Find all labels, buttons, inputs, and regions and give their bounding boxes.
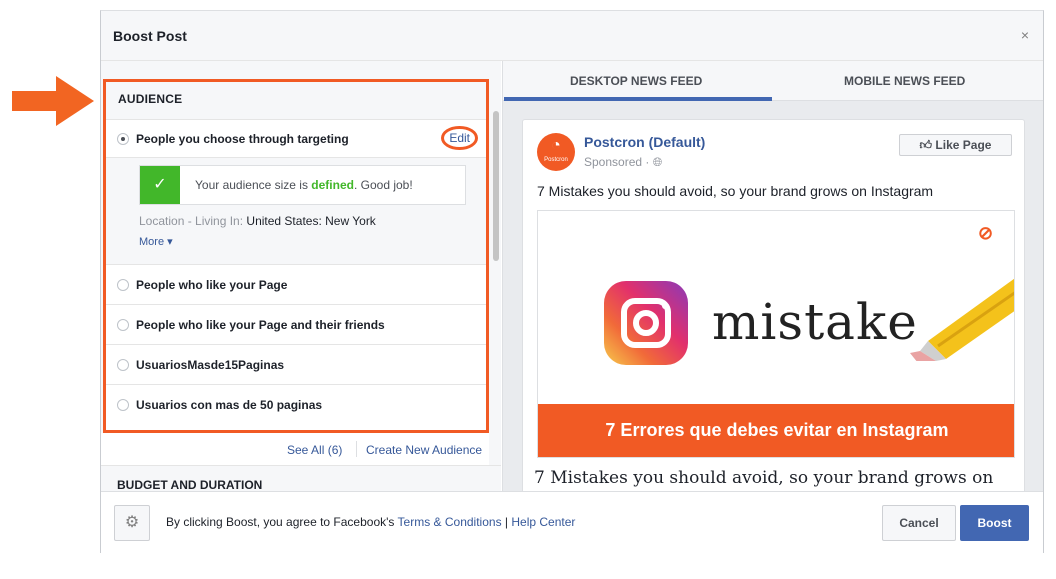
- ad-banner: 7 Errores que debes evitar en Instagram: [538, 404, 1014, 457]
- radio-button[interactable]: [117, 399, 129, 411]
- like-page-button[interactable]: 👍︎ Like Page: [899, 134, 1012, 156]
- instagram-logo-icon: [604, 281, 688, 365]
- banner-text: 7 Errores que debes evitar en Instagram: [605, 420, 949, 440]
- active-tab-indicator: [504, 97, 772, 101]
- preview-tabs: DESKTOP NEWS FEED MOBILE NEWS FEED: [503, 61, 1043, 101]
- thumbs-up-icon: 👍︎: [919, 138, 933, 152]
- edit-audience-link[interactable]: Edit: [441, 126, 478, 150]
- audience-option-saved-2[interactable]: Usuarios con mas de 50 paginas: [106, 385, 486, 429]
- budget-section: BUDGET AND DURATION: [101, 465, 501, 491]
- sponsored-label: Sponsored · 🌐︎: [584, 155, 663, 169]
- audience-size-text: Your audience size is defined. Good job!: [195, 178, 413, 192]
- terms-link[interactable]: Terms & Conditions: [398, 515, 502, 529]
- radio-button[interactable]: [117, 359, 129, 371]
- audience-links: See All (6) Create New Audience: [101, 433, 489, 465]
- boost-button[interactable]: Boost: [960, 505, 1029, 541]
- postcron-logo-icon: ⊘: [978, 223, 994, 243]
- post-text: 7 Mistakes you should avoid, so your bra…: [537, 183, 934, 199]
- modal-title: Boost Post: [113, 28, 187, 44]
- location-summary: Location - Living In: United States: New…: [139, 214, 376, 228]
- modal-header: Boost Post ×: [101, 11, 1043, 61]
- audience-option-label: People who like your Page and their frie…: [136, 318, 385, 332]
- see-all-link[interactable]: See All (6): [287, 443, 342, 457]
- close-icon[interactable]: ×: [1021, 27, 1029, 43]
- radio-button[interactable]: [117, 279, 129, 291]
- avatar[interactable]: ◔ Postcron: [537, 133, 575, 171]
- audience-option-page-likes[interactable]: People who like your Page: [106, 265, 486, 305]
- audience-option-label: UsuariosMasde15Paginas: [136, 358, 285, 372]
- boost-post-modal: Boost Post × AUDIENCE People you choose …: [100, 10, 1044, 553]
- audience-details: ✓ Your audience size is defined. Good jo…: [106, 158, 486, 265]
- radio-button[interactable]: [117, 319, 129, 331]
- tab-desktop-news-feed[interactable]: DESKTOP NEWS FEED: [570, 74, 702, 88]
- ad-image[interactable]: ⊘ mistake 7 Errores que debes evitar en …: [537, 210, 1015, 458]
- modal-footer: ⚙ By clicking Boost, you agree to Facebo…: [101, 491, 1043, 553]
- arrow-right-icon: [12, 76, 94, 126]
- budget-section-label: BUDGET AND DURATION: [117, 478, 263, 491]
- audience-size-indicator: ✓ Your audience size is defined. Good jo…: [139, 165, 466, 205]
- audience-option-targeting[interactable]: People you choose through targeting Edit: [106, 120, 486, 158]
- pencil-icon: [910, 278, 1014, 361]
- audience-option-page-likes-friends[interactable]: People who like your Page and their frie…: [106, 305, 486, 345]
- post-preview-card: ◔ Postcron Postcron (Default) Sponsored …: [522, 119, 1025, 491]
- scrollbar[interactable]: [493, 111, 499, 261]
- post-headline[interactable]: 7 Mistakes you should avoid, so your bra…: [534, 468, 993, 488]
- audience-option-label: People you choose through targeting: [136, 132, 349, 146]
- audience-header: AUDIENCE: [106, 82, 486, 120]
- tab-mobile-news-feed[interactable]: MOBILE NEWS FEED: [844, 74, 965, 88]
- help-center-link[interactable]: Help Center: [511, 515, 575, 529]
- audience-section: AUDIENCE People you choose through targe…: [103, 79, 489, 433]
- settings-pane: AUDIENCE People you choose through targe…: [101, 61, 501, 491]
- avatar-label: Postcron: [544, 157, 568, 163]
- check-icon: ✓: [140, 166, 180, 204]
- gear-icon[interactable]: ⚙: [114, 505, 150, 541]
- create-new-audience-link[interactable]: Create New Audience: [366, 443, 482, 457]
- audience-section-label: AUDIENCE: [118, 92, 183, 106]
- radio-button-selected[interactable]: [117, 133, 129, 145]
- page-name-link[interactable]: Postcron (Default): [584, 134, 705, 150]
- globe-icon: 🌐︎: [652, 155, 663, 169]
- more-link[interactable]: More ▾: [139, 235, 173, 248]
- terms-text: By clicking Boost, you agree to Facebook…: [166, 515, 576, 529]
- preview-pane: DESKTOP NEWS FEED MOBILE NEWS FEED ◔ Pos…: [502, 61, 1043, 491]
- audience-option-label: Usuarios con mas de 50 paginas: [136, 398, 323, 412]
- divider: [356, 441, 357, 457]
- image-word: mistake: [712, 293, 918, 351]
- audience-option-label: People who like your Page: [136, 278, 288, 292]
- audience-option-saved-1[interactable]: UsuariosMasde15Paginas: [106, 345, 486, 385]
- postcron-logo-icon: ◔: [551, 137, 561, 154]
- cancel-button[interactable]: Cancel: [882, 505, 956, 541]
